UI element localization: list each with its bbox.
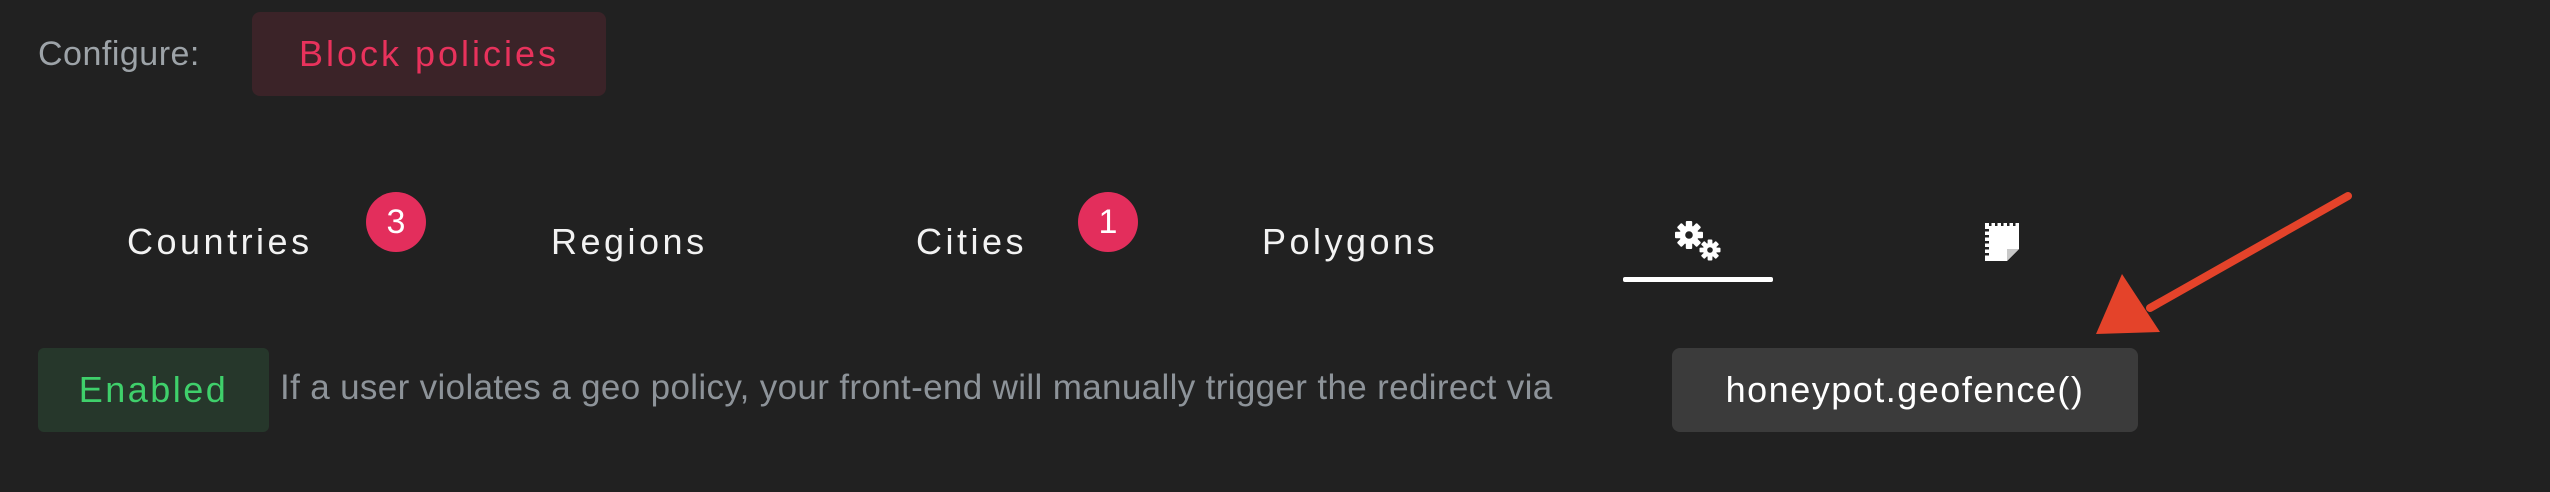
- tab-polygons[interactable]: Polygons: [1262, 212, 1438, 272]
- geo-policy-panel: Configure: Block policies Countries 3 Re…: [0, 0, 2550, 492]
- redirect-description: If a user violates a geo policy, your fr…: [280, 368, 1553, 407]
- block-policies-button[interactable]: Block policies: [252, 12, 606, 96]
- annotation-arrow-icon: [2096, 192, 2352, 334]
- countries-count-badge: 3: [366, 192, 426, 252]
- active-tab-indicator: [1623, 277, 1773, 282]
- cities-count-badge: 1: [1078, 192, 1138, 252]
- configure-label: Configure:: [38, 35, 200, 73]
- notepad-icon: [1985, 221, 2019, 261]
- tab-regions[interactable]: Regions: [551, 212, 708, 272]
- geofence-code-snippet[interactable]: honeypot.geofence(): [1672, 348, 2138, 432]
- tab-notes[interactable]: [1960, 214, 2044, 270]
- tab-countries[interactable]: Countries: [127, 212, 313, 272]
- enabled-status-badge: Enabled: [38, 348, 269, 432]
- tab-cities[interactable]: Cities: [916, 212, 1027, 272]
- gears-icon: [1675, 221, 1721, 261]
- tab-settings[interactable]: [1623, 214, 1773, 270]
